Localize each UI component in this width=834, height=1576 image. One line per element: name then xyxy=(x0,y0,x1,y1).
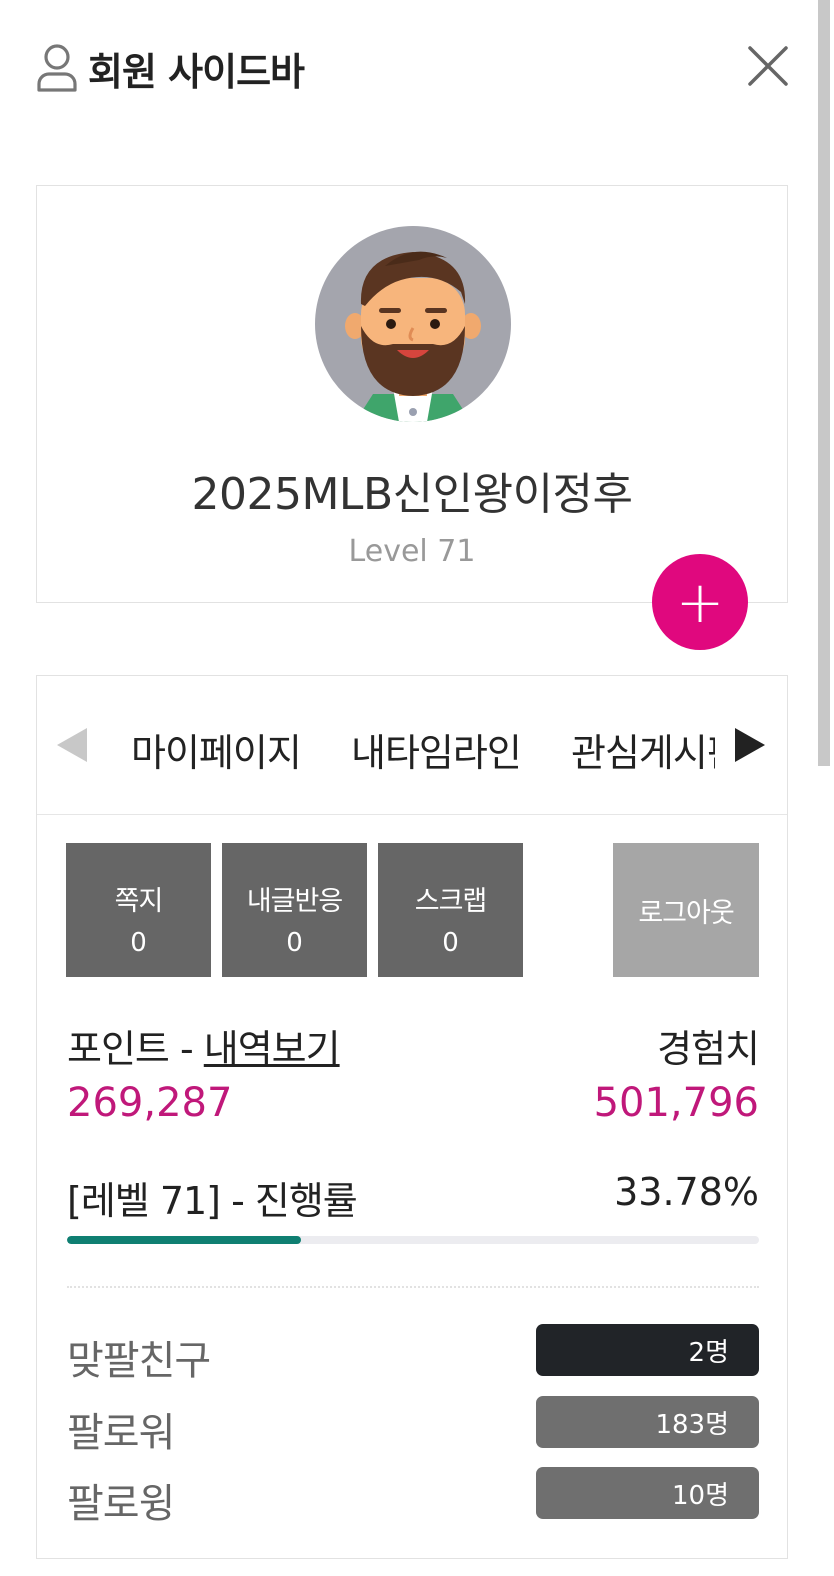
triangle-left-icon[interactable] xyxy=(55,726,89,764)
level-progress-percent: 33.78% xyxy=(614,1170,759,1214)
tab-timeline[interactable]: 내타임라인 xyxy=(351,722,522,777)
user-icon xyxy=(37,44,77,92)
profile-card: 2025MLB신인왕이정후 Level 71 xyxy=(36,185,788,603)
friends-label: 맞팔친구 xyxy=(67,1338,211,1384)
divider xyxy=(67,1286,759,1288)
points-label-text: 포인트 - xyxy=(67,1027,204,1071)
friends-row: 맞팔친구 2명 xyxy=(67,1324,759,1384)
avatar xyxy=(315,226,511,422)
following-label: 팔로윙 xyxy=(67,1481,175,1527)
level-progress-fill xyxy=(67,1236,301,1244)
member-panel: 마이페이지 내타임라인 관심게시판 쪽지 0 내글반응 0 스크랩 0 로그아웃… xyxy=(36,675,788,1559)
stat-value: 0 xyxy=(442,928,459,958)
followers-count-badge[interactable]: 183명 xyxy=(536,1396,759,1448)
stat-value: 0 xyxy=(130,928,147,958)
sidebar-header: 회원 사이드바 xyxy=(36,40,305,96)
level-progress-label: [레벨 71] - 진행률 xyxy=(67,1179,358,1223)
triangle-right-icon[interactable] xyxy=(733,726,767,764)
stat-label: 내글반응 xyxy=(246,886,343,917)
scrollbar[interactable] xyxy=(818,0,830,766)
logout-button[interactable]: 로그아웃 xyxy=(613,843,759,977)
exp-label: 경험치 xyxy=(657,1027,760,1071)
close-icon[interactable] xyxy=(746,44,790,88)
points-value: 269,287 xyxy=(67,1080,233,1126)
level-progress-bar xyxy=(67,1236,759,1244)
points-label: 포인트 - 내역보기 xyxy=(67,1018,341,1073)
tab-scroller: 마이페이지 내타임라인 관심게시판 xyxy=(131,676,715,814)
following-row: 팔로윙 10명 xyxy=(67,1467,759,1527)
tab-mypage[interactable]: 마이페이지 xyxy=(131,722,302,777)
sidebar-title: 회원 사이드바 xyxy=(88,49,305,94)
stat-value: 0 xyxy=(286,928,303,958)
add-button[interactable]: + xyxy=(652,554,748,650)
profile-nickname: 2025MLB신인왕이정후 xyxy=(191,469,633,520)
messages-button[interactable]: 쪽지 0 xyxy=(66,843,211,977)
bearded-man-avatar xyxy=(345,251,481,422)
exp-value: 501,796 xyxy=(593,1080,759,1126)
followers-label: 팔로워 xyxy=(67,1410,175,1456)
following-count-badge[interactable]: 10명 xyxy=(536,1467,759,1519)
tab-menu: 마이페이지 내타임라인 관심게시판 xyxy=(37,676,787,815)
tab-favorite-boards[interactable]: 관심게시판 xyxy=(571,722,715,777)
points-history-link[interactable]: 내역보기 xyxy=(204,1027,341,1071)
stat-label: 스크랩 xyxy=(414,886,488,917)
scrap-button[interactable]: 스크랩 0 xyxy=(378,843,523,977)
followers-row: 팔로워 183명 xyxy=(67,1396,759,1456)
plus-icon: + xyxy=(675,568,725,636)
stat-label: 쪽지 xyxy=(114,886,164,917)
reactions-button[interactable]: 내글반응 0 xyxy=(222,843,367,977)
friends-count-badge[interactable]: 2명 xyxy=(536,1324,759,1376)
